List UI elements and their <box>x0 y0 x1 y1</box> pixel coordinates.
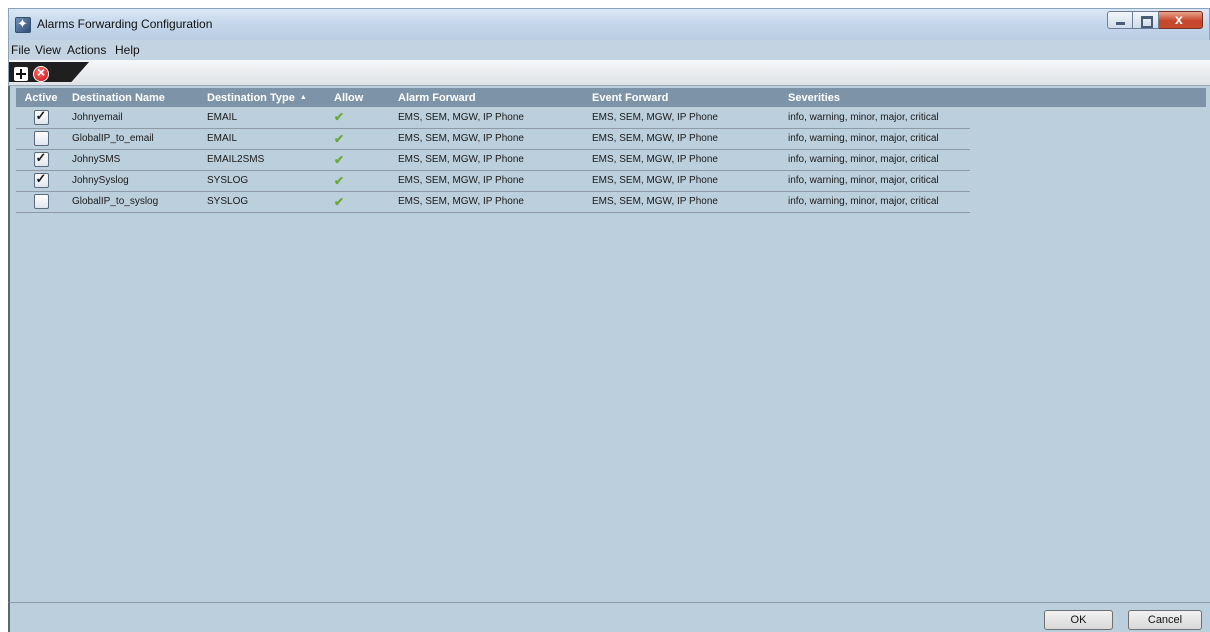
menu-file[interactable]: File <box>11 43 30 57</box>
sort-ascending-icon: ▲ <box>299 93 307 101</box>
active-checkbox-cell <box>16 128 66 150</box>
alarms-forwarding-window: Alarms Forwarding Configuration File Vie… <box>0 0 1210 632</box>
allow-check-icon: ✔ <box>334 152 345 167</box>
header-destination-name[interactable]: Destination Name <box>66 88 201 107</box>
destination-type-cell: SYSLOG <box>201 170 328 192</box>
maximize-button[interactable] <box>1133 11 1159 29</box>
alarm-forward-cell: EMS, SEM, MGW, IP Phone <box>392 170 586 192</box>
window-controls <box>1107 11 1203 29</box>
header-active[interactable]: Active <box>16 88 66 107</box>
alarm-forward-cell: EMS, SEM, MGW, IP Phone <box>392 149 586 171</box>
destination-type-cell: EMAIL <box>201 128 328 150</box>
event-forward-cell: EMS, SEM, MGW, IP Phone <box>586 107 782 129</box>
destination-type-cell: SYSLOG <box>201 191 328 213</box>
active-checkbox-cell <box>16 191 66 213</box>
header-destination-type[interactable]: Destination Type ▲ <box>201 88 328 107</box>
cancel-button[interactable]: Cancel <box>1128 610 1202 630</box>
toolbar <box>8 60 1210 86</box>
severities-cell: info, warning, minor, major, critical <box>782 107 970 129</box>
header-filler <box>970 88 1206 107</box>
plus-icon[interactable] <box>14 67 28 81</box>
allow-check-icon: ✔ <box>334 110 345 125</box>
event-forward-cell: EMS, SEM, MGW, IP Phone <box>586 128 782 150</box>
ok-button[interactable]: OK <box>1044 610 1113 630</box>
allow-check-icon: ✔ <box>334 173 345 188</box>
destination-type-cell: EMAIL2SMS <box>201 149 328 171</box>
destination-name-cell: JohnySMS <box>66 149 201 171</box>
allow-cell: ✔ <box>328 128 392 150</box>
event-forward-cell: EMS, SEM, MGW, IP Phone <box>586 191 782 213</box>
table-row[interactable]: GlobalIP_to_email EMAIL ✔ EMS, SEM, MGW, IP… <box>16 128 1206 150</box>
app-icon <box>15 16 31 33</box>
table-row[interactable]: GlobalIP_to_syslog SYSLOG ✔ EMS, SEM, MGW, … <box>16 191 1206 213</box>
active-checkbox[interactable] <box>33 194 49 209</box>
table-header-row: Active Destination Name Destination Type… <box>16 88 1206 107</box>
close-button[interactable] <box>1159 11 1203 29</box>
window-title: Alarms Forwarding Configuration <box>37 17 213 31</box>
destinations-table: Active Destination Name Destination Type… <box>16 88 1206 213</box>
active-checkbox[interactable] <box>33 150 49 167</box>
header-allow[interactable]: Allow <box>328 88 392 107</box>
table-row[interactable]: JohnyemailEMAIL ✔ EMS, SEM, MGW, IP PhoneE… <box>16 107 1206 129</box>
toolbar-icon-strip <box>9 62 89 82</box>
alarm-forward-cell: EMS, SEM, MGW, IP Phone <box>392 191 586 213</box>
active-checkbox-cell <box>16 170 66 192</box>
destination-name-cell: JohnySyslog <box>66 170 201 192</box>
active-checkbox-cell <box>16 149 66 171</box>
destination-type-cell: EMAIL <box>201 107 328 129</box>
table-body: JohnyemailEMAIL✔EMS, SEM, MGW, IP PhoneE… <box>16 107 1206 213</box>
table-row[interactable]: JohnySyslogSYSLOG ✔ EMS, SEM, MGW, IP Phon… <box>16 170 1206 192</box>
table-row[interactable]: JohnySMSEMAIL2SMS ✔ EMS, SEM, MGW, IP Phon… <box>16 149 1206 171</box>
menu-actions[interactable]: Actions <box>67 43 106 57</box>
severities-cell: info, warning, minor, major, critical <box>782 191 970 213</box>
header-event-forward[interactable]: Event Forward <box>586 88 782 107</box>
destination-name-cell: GlobalIP_to_syslog <box>66 191 201 213</box>
severities-cell: info, warning, minor, major, critical <box>782 170 970 192</box>
allow-cell: ✔ <box>328 149 392 171</box>
event-forward-cell: EMS, SEM, MGW, IP Phone <box>586 149 782 171</box>
severities-cell: info, warning, minor, major, critical <box>782 149 970 171</box>
allow-cell: ✔ <box>328 170 392 192</box>
severities-cell: info, warning, minor, major, critical <box>782 128 970 150</box>
active-checkbox[interactable] <box>33 171 49 188</box>
active-checkbox[interactable] <box>33 131 49 146</box>
destination-name-cell: GlobalIP_to_email <box>66 128 201 150</box>
alarm-forward-cell: EMS, SEM, MGW, IP Phone <box>392 128 586 150</box>
menu-bar: File View Actions Help <box>8 40 1210 60</box>
allow-check-icon: ✔ <box>334 131 345 146</box>
header-alarm-forward[interactable]: Alarm Forward <box>392 88 586 107</box>
destination-name-cell: Johnyemail <box>66 107 201 129</box>
menu-help[interactable]: Help <box>115 43 140 57</box>
active-checkbox-cell <box>16 107 66 129</box>
allow-check-icon: ✔ <box>334 194 345 209</box>
alarm-forward-cell: EMS, SEM, MGW, IP Phone <box>392 107 586 129</box>
header-destination-type-label: Destination Type <box>207 91 295 104</box>
delete-icon[interactable] <box>33 64 49 82</box>
table-panel: Active Destination Name Destination Type… <box>8 86 1210 602</box>
event-forward-cell: EMS, SEM, MGW, IP Phone <box>586 170 782 192</box>
allow-cell: ✔ <box>328 191 392 213</box>
allow-cell: ✔ <box>328 107 392 129</box>
button-bar: OK Cancel <box>8 602 1210 632</box>
minimize-button[interactable] <box>1107 11 1133 29</box>
active-checkbox[interactable] <box>33 108 49 125</box>
title-bar[interactable]: Alarms Forwarding Configuration <box>8 8 1210 40</box>
menu-view[interactable]: View <box>35 43 61 57</box>
header-severities[interactable]: Severities <box>782 88 970 107</box>
